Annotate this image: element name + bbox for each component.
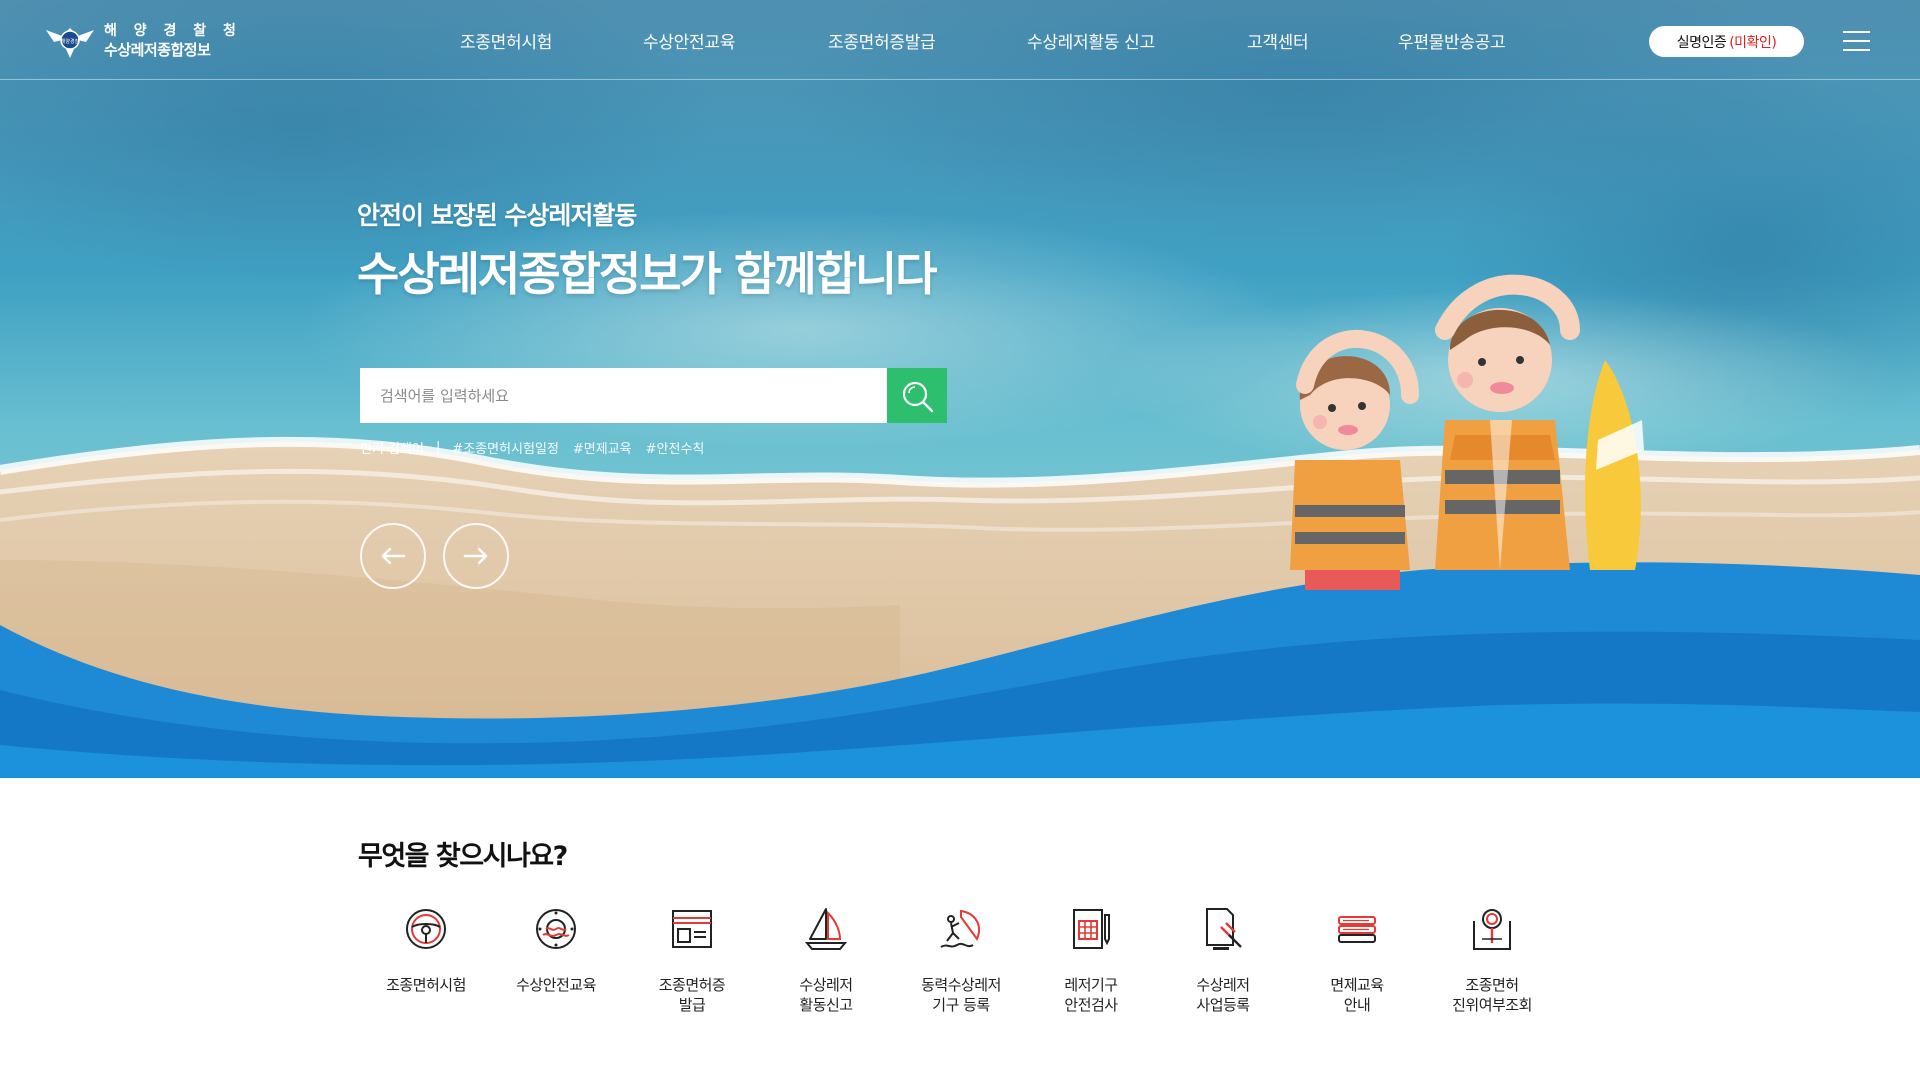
license-card-icon bbox=[672, 910, 712, 948]
nav-item-license-issue[interactable]: 조종면허증발급 bbox=[828, 28, 936, 53]
quick-item-label: 동력수상레저 기구 등록 bbox=[921, 976, 1001, 1014]
popular-tag[interactable]: #안전수칙 bbox=[646, 438, 705, 457]
search-button[interactable] bbox=[887, 368, 947, 423]
quick-item-license-verification[interactable]: 조종면허 진위여부조회 bbox=[1432, 905, 1552, 1015]
prev-slide-button[interactable] bbox=[360, 523, 426, 589]
site-header: 해양경찰 해 양 경 찰 청 수상레저종합정보 조종면허시험 수상안전교육 조종… bbox=[0, 0, 1920, 80]
nav-item-safety-education[interactable]: 수상안전교육 bbox=[643, 28, 735, 53]
auth-label: 실명인증 bbox=[1676, 34, 1727, 51]
quick-item-label: 조종면허증 발급 bbox=[658, 976, 726, 1014]
quick-menu-title: 무엇을 찾으시나요? bbox=[358, 841, 568, 872]
nav-item-customer-center[interactable]: 고객센터 bbox=[1247, 28, 1309, 53]
hero-section: 안전이 보장된 수상레저활동 수상레저종합정보가 함께합니다 인기 검색어 | … bbox=[0, 0, 1920, 778]
quick-menu-list: 조종면허시험 수상안전교육 조종면허증 발급 수상레저 활동신고 동력수상레저 … bbox=[0, 905, 1920, 1025]
lifebuoy-icon bbox=[536, 909, 576, 949]
popular-keywords: 인기 검색어 | #조종면허시험일정 #면제교육 #안전수칙 bbox=[360, 438, 718, 457]
business-registration-icon bbox=[1206, 908, 1242, 950]
book-stack-icon bbox=[1338, 916, 1376, 943]
search-input[interactable] bbox=[360, 368, 887, 423]
quick-item-label: 조종면허 진위여부조회 bbox=[1452, 976, 1532, 1014]
popular-separator: | bbox=[435, 440, 441, 455]
menu-line bbox=[1843, 49, 1870, 51]
search-box bbox=[360, 368, 947, 423]
popular-tag[interactable]: #면제교육 bbox=[573, 438, 632, 457]
windsurfer-icon bbox=[940, 909, 980, 948]
hamburger-menu-button[interactable] bbox=[1843, 31, 1870, 51]
popular-tag[interactable]: #조종면허시험일정 bbox=[452, 438, 559, 457]
steering-wheel-icon bbox=[406, 909, 446, 949]
menu-line bbox=[1843, 40, 1870, 42]
arrow-right-icon bbox=[463, 547, 488, 565]
quick-item-business-registration[interactable]: 수상레저 사업등록 bbox=[1163, 905, 1283, 1015]
search-icon bbox=[902, 381, 934, 412]
quick-item-registration[interactable]: 동력수상레저 기구 등록 bbox=[901, 905, 1021, 1015]
quick-item-license-issue[interactable]: 조종면허증 발급 bbox=[632, 905, 752, 1015]
quick-item-safety-education[interactable]: 수상안전교육 bbox=[496, 905, 616, 995]
identity-verification-button[interactable]: 실명인증 (미확인) bbox=[1649, 26, 1804, 57]
quick-item-label: 수상레저 사업등록 bbox=[1196, 976, 1250, 1014]
next-slide-button[interactable] bbox=[443, 523, 509, 589]
nav-item-license-exam[interactable]: 조종면허시험 bbox=[460, 28, 552, 53]
quick-item-label: 수상레저 활동신고 bbox=[799, 976, 853, 1014]
nav-item-activity-report[interactable]: 수상레저활동 신고 bbox=[1027, 28, 1155, 53]
hero-subtitle: 안전이 보장된 수상레저활동 bbox=[357, 201, 637, 230]
quick-item-label: 수상안전교육 bbox=[516, 976, 596, 994]
arrow-left-icon bbox=[381, 547, 406, 565]
quick-item-label: 레저기구 안전검사 bbox=[1064, 976, 1118, 1014]
quick-item-activity-report[interactable]: 수상레저 활동신고 bbox=[766, 905, 886, 1015]
auth-status: (미확인) bbox=[1729, 34, 1777, 51]
menu-line bbox=[1843, 31, 1870, 33]
verification-search-icon bbox=[1473, 909, 1511, 950]
quick-item-safety-inspection[interactable]: 레저기구 안전검사 bbox=[1031, 905, 1151, 1015]
lifejacket-characters-illustration bbox=[1290, 274, 1644, 590]
quick-item-label: 면제교육 안내 bbox=[1330, 976, 1384, 1014]
quick-item-license-exam[interactable]: 조종면허시험 bbox=[366, 905, 486, 995]
sailboat-icon bbox=[804, 908, 848, 950]
quick-item-exemption-education[interactable]: 면제교육 안내 bbox=[1297, 905, 1417, 1015]
popular-label: 인기 검색어 bbox=[360, 442, 424, 457]
quick-item-label: 조종면허시험 bbox=[386, 976, 466, 994]
inspection-document-icon bbox=[1073, 909, 1110, 949]
nav-item-returned-mail[interactable]: 우편물반송공고 bbox=[1398, 28, 1506, 53]
hero-title: 수상레저종합정보가 함께합니다 bbox=[357, 247, 937, 301]
main-navigation: 조종면허시험 수상안전교육 조종면허증발급 수상레저활동 신고 고객센터 우편물… bbox=[0, 28, 1920, 53]
